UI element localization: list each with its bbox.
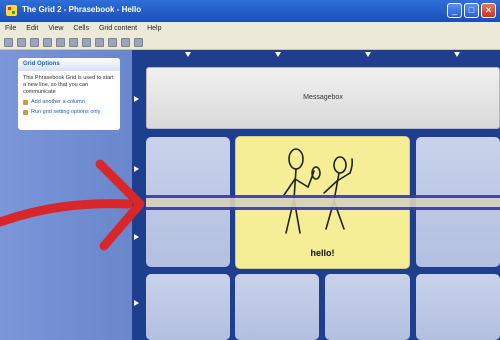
undo-icon[interactable]	[82, 37, 91, 47]
open-icon[interactable]	[17, 37, 26, 47]
row-marker-icon	[134, 96, 139, 102]
panel-link-add-column[interactable]: Add another a column	[23, 99, 115, 106]
menu-edit[interactable]: Edit	[21, 25, 43, 32]
menu-file[interactable]: File	[0, 25, 21, 32]
link-bullet-icon	[23, 100, 28, 105]
column-marker-icon	[185, 52, 191, 57]
minimize-button[interactable]: _	[447, 3, 462, 18]
column-marker-icon	[365, 52, 371, 57]
message-window-label: Messagebox	[303, 94, 343, 101]
menu-help[interactable]: Help	[142, 25, 166, 32]
row-marker-icon	[134, 300, 139, 306]
menu-cells[interactable]: Cells	[68, 25, 94, 32]
cell-icon[interactable]	[121, 37, 130, 47]
paste-icon[interactable]	[69, 37, 78, 47]
grid-cell[interactable]	[235, 274, 319, 340]
grid-cell[interactable]	[146, 274, 230, 340]
copy-icon[interactable]	[56, 37, 65, 47]
title-bar: The Grid 2 - Phrasebook - Hello _ □ ✕	[0, 0, 500, 22]
annotation-arrow-icon	[0, 159, 145, 251]
grid-icon[interactable]	[108, 37, 117, 47]
save-icon[interactable]	[30, 37, 39, 47]
grid-cell[interactable]	[325, 274, 410, 340]
link-bullet-icon	[23, 110, 28, 115]
hello-cell-label: hello!	[310, 248, 335, 258]
toolbar	[0, 35, 500, 50]
maximize-button[interactable]: □	[464, 3, 479, 18]
menu-view[interactable]: View	[43, 25, 68, 32]
column-marker-icon	[275, 52, 281, 57]
panel-title: Grid Options	[18, 58, 120, 71]
scan-highlight-bar	[146, 195, 500, 210]
panel-link-grid-settings[interactable]: Run grid setting options only	[23, 109, 115, 116]
settings-icon[interactable]	[134, 37, 143, 47]
grid-area: Messagebox hello!	[132, 50, 500, 340]
close-button[interactable]: ✕	[481, 3, 496, 18]
menu-bar: File Edit View Cells Grid content Help	[0, 22, 500, 35]
app-icon	[6, 5, 17, 16]
hello-symbol-icon	[283, 148, 354, 234]
cut-icon[interactable]	[43, 37, 52, 47]
grid-cell[interactable]	[416, 274, 500, 340]
column-markers	[132, 50, 500, 60]
message-window[interactable]: Messagebox	[146, 67, 500, 129]
new-icon[interactable]	[4, 37, 13, 47]
grid-options-panel: Grid Options This Phrasebook Grid is use…	[18, 58, 120, 130]
column-marker-icon	[454, 52, 460, 57]
redo-icon[interactable]	[95, 37, 104, 47]
menu-grid-content[interactable]: Grid content	[94, 25, 142, 32]
window-title: The Grid 2 - Phrasebook - Hello	[22, 5, 142, 14]
panel-description: This Phrasebook Grid is used to start a …	[23, 75, 114, 95]
